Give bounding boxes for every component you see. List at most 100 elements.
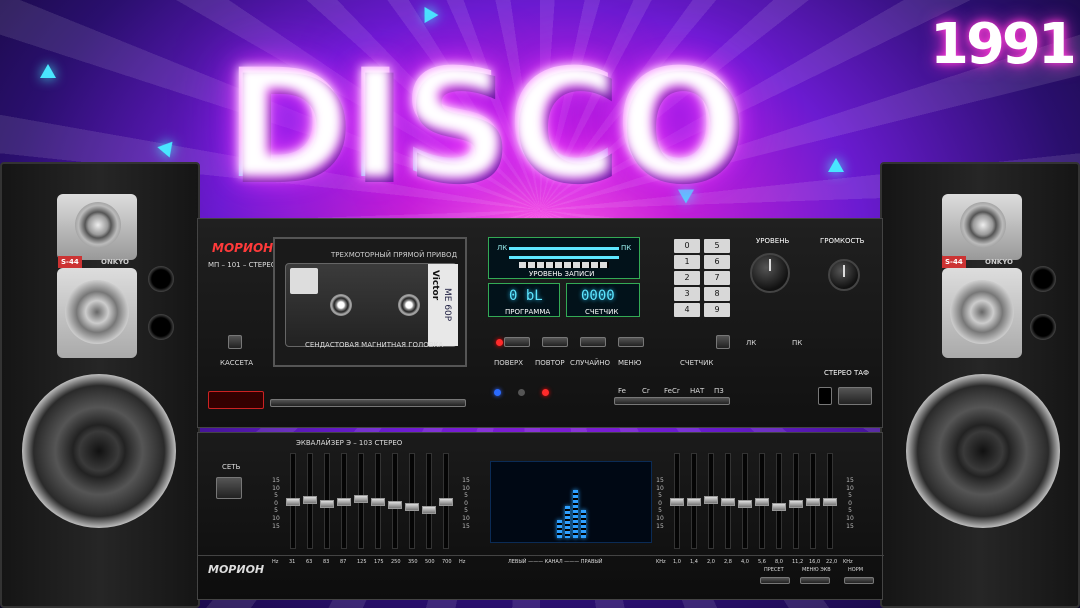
slider-cap[interactable] [823,498,837,506]
slider-cap[interactable] [371,498,385,506]
power-switch[interactable] [208,391,264,409]
power-button[interactable] [216,477,242,499]
key-8[interactable]: 8 [704,287,730,301]
meter-bar-l [509,247,619,250]
spectrum-bar [573,490,578,538]
slider-cap[interactable] [789,499,803,508]
left-slider-7[interactable] [388,453,402,549]
transport-button-3[interactable] [580,337,606,347]
level-l: ЛК [746,339,757,347]
slider-scale: 15 10 5 0 5 10 15 [272,477,280,530]
meter-bar-r [509,256,619,259]
divider [198,555,884,556]
right-slider-3[interactable] [704,453,718,549]
deck-brand: МОРИОН [212,241,274,255]
left-slider-8[interactable] [405,453,419,549]
counter-reset-button[interactable] [716,335,730,349]
spectrum-bar [581,510,586,538]
khz-label: 22,0 [826,559,838,565]
slider-cap[interactable] [670,498,684,506]
cassette-deck: МОРИОН МП – 101 – СТЕРЕО КАССЕТА ТРЕХМОТ… [197,218,883,428]
right-slider-8[interactable] [789,453,803,549]
norm-button[interactable] [844,577,874,584]
tape-type-cr: Cr [642,387,650,395]
slider-cap[interactable] [439,498,453,506]
key-4[interactable]: 4 [674,303,700,317]
counter-label: СЧЕТЧИК [585,308,619,316]
eq-menu-button[interactable] [800,577,830,584]
khz-label: KHz [843,559,853,565]
tweeter [942,194,1022,260]
headphone-jack[interactable] [838,387,872,405]
right-slider-10[interactable] [823,453,837,549]
key-5[interactable]: 5 [704,239,730,253]
slider-cap[interactable] [303,496,317,505]
key-6[interactable]: 6 [704,255,730,269]
transport-button-2[interactable] [542,337,568,347]
key-0[interactable]: 0 [674,239,700,253]
right-slider-4[interactable] [721,453,735,549]
hz-labels: Hz 31 63 83 87 125 175 250 350 500 700 Hz [272,559,492,569]
slider-cap[interactable] [687,498,701,506]
program-value: 0 bL [509,288,543,304]
left-slider-9[interactable] [422,453,436,549]
slider-cap[interactable] [405,502,419,511]
left-slider-6[interactable] [371,453,385,549]
level-knob[interactable] [750,253,790,293]
tape-top-label: ТРЕХМОТОРНЫЙ ПРЯМОЙ ПРИВОД [331,251,458,259]
left-slider-4[interactable] [337,453,351,549]
slider-cap[interactable] [704,496,718,505]
right-slider-7[interactable] [772,453,786,549]
slider-cap[interactable] [320,499,334,508]
slider-cap[interactable] [772,502,786,511]
khz-label: 5,6 [758,559,766,565]
right-slider-2[interactable] [687,453,701,549]
right-slider-1[interactable] [670,453,684,549]
tape-bottom-label: СЕНДАСТОВАЯ МАГНИТНАЯ ГОЛОВКА [305,341,444,349]
slider-cap[interactable] [286,498,300,506]
slider-cap[interactable] [354,495,368,504]
mic-jack[interactable] [818,387,832,405]
eject-button[interactable] [228,335,242,349]
right-slider-9[interactable] [806,453,820,549]
khz-label: 16,0 [809,559,821,565]
key-2[interactable]: 2 [674,271,700,285]
speaker-badge: S-44 [58,256,82,268]
key-7[interactable]: 7 [704,271,730,285]
slider-cap[interactable] [388,500,402,509]
left-slider-2[interactable] [303,453,317,549]
right-slider-5[interactable] [738,453,752,549]
tape-type-buttons[interactable] [614,397,730,405]
left-slider-1[interactable] [286,453,300,549]
key-9[interactable]: 9 [704,303,730,317]
eq-menu-label: МЕНЮ ЭКВ [802,567,831,573]
right-slider-6[interactable] [755,453,769,549]
left-slider-5[interactable] [354,453,368,549]
slider-cap[interactable] [721,498,735,506]
left-slider-10[interactable] [439,453,453,549]
khz-label: 11,2 [792,559,804,565]
slider-cap[interactable] [755,498,769,506]
disco-title: DISCO [225,38,743,212]
preset-button[interactable] [760,577,790,584]
counter-button-label: СЧЕТЧИК [680,359,714,367]
transport-button-4[interactable] [618,337,644,347]
volume-knob[interactable] [828,259,860,291]
hz-label: 31 [289,559,296,565]
key-3[interactable]: 3 [674,287,700,301]
transport-button-1[interactable] [504,337,530,347]
transport-bar[interactable] [270,399,466,407]
left-slider-3[interactable] [320,453,334,549]
sparkle-icon [40,64,56,78]
left-speaker: S-44 ONKYO [0,162,200,608]
meter-l: ЛК [497,244,508,252]
khz-label: 8,0 [775,559,783,565]
key-1[interactable]: 1 [674,255,700,269]
slider-cap[interactable] [422,505,436,514]
slider-cap[interactable] [337,498,351,506]
level-meter-display: ЛК ПК УРОВЕНЬ ЗАПИСИ [488,237,640,279]
slider-cap[interactable] [806,498,820,506]
btn-label-over: ПОВЕРХ [494,359,524,367]
right-slider-bank: 15 10 5 0 5 10 15 15 10 5 0 5 10 15 [656,433,866,559]
slider-cap[interactable] [738,499,752,508]
